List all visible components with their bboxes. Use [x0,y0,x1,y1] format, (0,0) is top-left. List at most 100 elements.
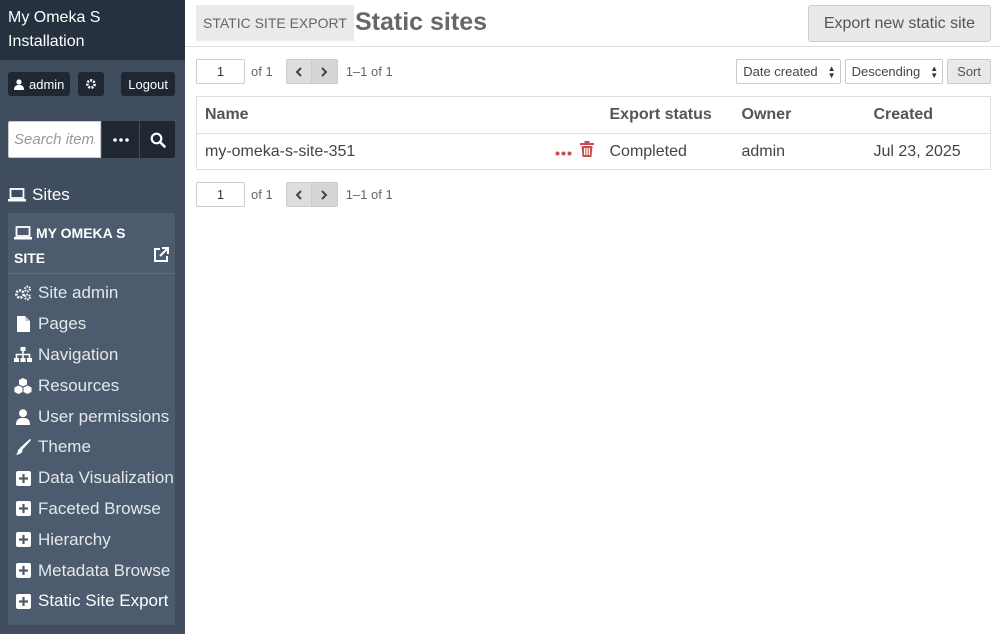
select-caret-icon: ▲ ▼ [827,63,836,80]
installation-title[interactable]: My Omeka S Installation [8,6,177,54]
search-input[interactable] [8,121,101,158]
table-header-row: Name Export status Owner Created [196,96,991,134]
laptop-icon [8,188,26,202]
laptop-icon [14,226,32,240]
sidebar-item-metadata-browse[interactable]: Metadata Browse [8,555,175,586]
site-export-name: my-omeka-s-site-351 [205,142,356,160]
sort-by-select[interactable]: Date created ▲ ▼ [736,59,841,84]
sidebar-item-data-visualization[interactable]: Data Visualization [8,463,175,494]
sidebar-item-label: Site admin [38,283,119,303]
sort-order-select[interactable]: Descending ▲ ▼ [844,59,944,84]
chevron-left-icon [295,66,302,77]
sidebar-item-label: Theme [38,437,91,457]
sites-label: Sites [32,185,70,204]
owner-link[interactable]: admin [734,134,866,170]
sidebar-item-label: Data Visualization [38,468,174,488]
column-header-name: Name [196,96,602,134]
column-header-owner: Owner [733,96,866,134]
sidebar-item-navigation[interactable]: Navigation [8,340,175,371]
plus-square-icon [13,592,33,610]
external-link-icon[interactable] [153,247,169,268]
previous-page-button[interactable] [285,59,312,84]
sort-by-value: Date created [743,64,818,79]
sidebar-item-hierarchy[interactable]: Hierarchy [8,524,175,555]
more-actions-icon[interactable] [555,143,572,161]
table-row: my-omeka-s-site-351 Completed admin Jul … [197,134,991,170]
select-caret-icon: ▲ ▼ [930,63,939,80]
search-icon [150,132,166,148]
column-header-export-status: Export status [601,96,734,134]
plus-square-icon [13,562,33,580]
breadcrumb[interactable]: Static Site Export [196,5,354,41]
page-total: of 1 [251,187,273,202]
sidebar-item-user-permissions[interactable]: User permissions [8,401,175,432]
page-number-input[interactable] [196,182,245,207]
plus-square-icon [13,531,33,549]
plus-square-icon [13,469,33,487]
sidebar-item-faceted-browse[interactable]: Faceted Browse [8,494,175,525]
sidebar-item-resources[interactable]: Resources [8,370,175,401]
next-page-button[interactable] [311,59,338,84]
chevron-right-icon [320,189,328,200]
pagination-bottom: of 1 1–1 of 1 [196,182,393,207]
export-status-link[interactable]: Completed [602,134,734,170]
sidebar-item-theme[interactable]: Theme [8,432,175,463]
sidebar-item-label: Pages [38,314,87,334]
cubes-icon [13,377,33,395]
sidebar-item-label: Static Site Export [38,591,169,611]
file-icon [13,315,33,333]
user-icon [14,78,24,90]
sidebar-item-site-admin[interactable]: Site admin [8,278,175,309]
chevron-right-icon [320,66,328,77]
page-number-input[interactable] [196,59,245,84]
sort-order-value: Descending [851,64,921,79]
cogs-icon [13,284,33,302]
site-header: My Omeka S Site [8,213,175,274]
name-cell: my-omeka-s-site-351 [197,134,602,170]
search-submit-button[interactable] [140,121,175,158]
settings-button[interactable] [78,72,104,96]
page-header: Static Site Export Static sites Export n… [185,0,1000,47]
logout-button[interactable]: Logout [121,72,175,96]
sidebar-item-label: Navigation [38,344,119,364]
column-header-created: Created [865,96,991,134]
next-page-button[interactable] [311,182,338,207]
created-date: Jul 23, 2025 [873,142,961,160]
gear-icon [86,79,96,89]
sidebar-item-label: Metadata Browse [38,560,171,580]
chevron-left-icon [295,189,302,200]
plus-square-icon [13,500,33,518]
sitemap-icon [13,346,33,364]
sites-link[interactable]: Sites [8,184,70,206]
pagination-top: of 1 1–1 of 1 [196,59,393,84]
sidebar-item-static-site-export[interactable]: Static Site Export [8,586,175,617]
page-total: of 1 [251,64,273,79]
install-header: My Omeka S Installation [0,0,185,60]
user-name: admin [29,76,65,92]
user-bar: admin Logout [8,72,175,96]
sort-button[interactable]: Sort [947,59,991,84]
delete-trash-icon[interactable] [579,141,594,162]
sidebar: My Omeka S Installation admin Logout Sit… [0,0,185,634]
sort-bar: Date created ▲ ▼ Descending ▲ ▼ Sort [736,59,991,84]
sidebar-item-pages[interactable]: Pages [8,309,175,340]
search-form [8,121,175,158]
search-options-button[interactable] [102,121,139,158]
user-button[interactable]: admin [8,72,71,96]
sidebar-item-label: Resources [38,375,120,395]
result-range: 1–1 of 1 [345,64,393,79]
site-panel: My Omeka S Site Site admin Pages Navigatio… [8,213,175,625]
row-actions [555,141,594,162]
site-nav: Site admin Pages Navigation Resources User p… [8,274,175,617]
site-name-link[interactable]: My Omeka S Site [14,221,139,271]
ellipsis-icon [112,137,129,142]
result-range: 1–1 of 1 [345,187,393,202]
page-title: Static sites [355,8,488,36]
static-sites-table: Name Export status Owner Created my-omek… [196,96,991,170]
previous-page-button[interactable] [285,182,312,207]
sidebar-item-label: Hierarchy [38,529,111,549]
export-new-static-site-button[interactable]: Export new static site [807,5,991,42]
main-content: Static Site Export Static sites Export n… [185,0,1000,634]
paintbrush-icon [13,438,33,456]
user-icon [13,408,33,426]
